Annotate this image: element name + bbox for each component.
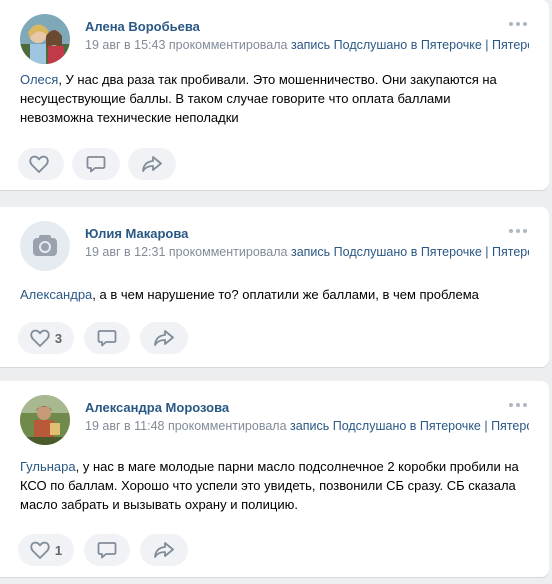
reply-to-link[interactable]: Олеся (20, 72, 58, 87)
like-heart-icon (30, 541, 50, 559)
comment-text: Александра, а в чем нарушение то? оплати… (20, 285, 527, 304)
source-link[interactable]: Подслушано в Пятерочке | Пятерочка (334, 38, 529, 52)
comment-card: Юлия Макарова 19 авг в 12:31 прокомменти… (0, 207, 549, 367)
comment-verb: прокомментировала (168, 38, 288, 52)
reply-to-link[interactable]: Гульнара (20, 459, 76, 474)
comment-date[interactable]: 19 авг в 12:31 (85, 245, 165, 259)
comment-card: Алена Воробьева 19 авг в 15:43 прокоммен… (0, 0, 549, 190)
camera-placeholder-icon (33, 235, 57, 256)
comments-feed: Алена Воробьева 19 авг в 15:43 прокоммен… (0, 0, 552, 584)
author-name[interactable]: Александра Морозова (85, 400, 229, 415)
comment-icon (97, 330, 117, 347)
comment-verb: прокомментировала (168, 245, 288, 259)
author-avatar[interactable] (20, 221, 70, 271)
reply-to-link[interactable]: Александра (20, 287, 92, 302)
comment-header: Алена Воробьева 19 авг в 15:43 прокоммен… (20, 14, 533, 64)
source-link[interactable]: Подслушано в Пятерочке | Пятерочка (333, 419, 529, 433)
author-avatar[interactable] (20, 14, 70, 64)
comment-icon (97, 542, 117, 559)
like-button[interactable] (18, 148, 64, 180)
comment-meta: 19 авг в 11:48 прокомментировала запись … (85, 419, 529, 433)
comment-date[interactable]: 19 авг в 15:43 (85, 38, 165, 52)
comment-verb: прокомментировала (167, 419, 287, 433)
post-link[interactable]: запись (291, 38, 330, 52)
post-link[interactable]: запись (290, 419, 329, 433)
comment-text: Олеся, У нас два раза так пробивали. Это… (20, 70, 527, 127)
author-name[interactable]: Юлия Макарова (85, 226, 188, 241)
more-icon[interactable] (509, 229, 527, 235)
author-name[interactable]: Алена Воробьева (85, 19, 200, 34)
share-button[interactable] (128, 148, 176, 180)
comment-meta: 19 авг в 15:43 прокомментировала запись … (85, 38, 529, 52)
post-link[interactable]: запись (291, 245, 330, 259)
like-count: 1 (54, 542, 63, 558)
comment-card: Александра Морозова 19 авг в 11:48 проко… (0, 381, 549, 577)
share-icon (142, 156, 162, 172)
comment-body: , а в чем нарушение то? оплатили же балл… (92, 287, 479, 302)
comment-meta: 19 авг в 12:31 прокомментировала запись … (85, 245, 529, 259)
comment-header: Александра Морозова 19 авг в 11:48 проко… (20, 395, 533, 445)
comment-button[interactable] (84, 322, 130, 354)
comment-text: Гульнара, у нас в маге молодые парни мас… (20, 457, 527, 514)
comment-icon (86, 156, 106, 173)
comment-button[interactable] (84, 534, 130, 566)
more-icon[interactable] (509, 403, 527, 409)
comment-button[interactable] (72, 148, 120, 180)
like-heart-icon (30, 329, 50, 347)
comment-body: , у нас в маге молодые парни масло подсо… (20, 459, 519, 512)
like-button[interactable]: 1 (18, 534, 74, 566)
more-icon[interactable] (509, 22, 527, 28)
comment-date[interactable]: 19 авг в 11:48 (85, 419, 164, 433)
author-avatar[interactable] (20, 395, 70, 445)
share-icon (154, 330, 174, 346)
source-link[interactable]: Подслушано в Пятерочке | Пятерочка (334, 245, 529, 259)
share-button[interactable] (140, 322, 188, 354)
like-button[interactable]: 3 (18, 322, 74, 354)
comment-body: , У нас два раза так пробивали. Это моше… (20, 72, 497, 125)
comment-header: Юлия Макарова 19 авг в 12:31 прокомменти… (20, 221, 533, 271)
share-icon (154, 542, 174, 558)
like-heart-icon (28, 155, 49, 173)
like-count: 3 (54, 330, 63, 346)
share-button[interactable] (140, 534, 188, 566)
